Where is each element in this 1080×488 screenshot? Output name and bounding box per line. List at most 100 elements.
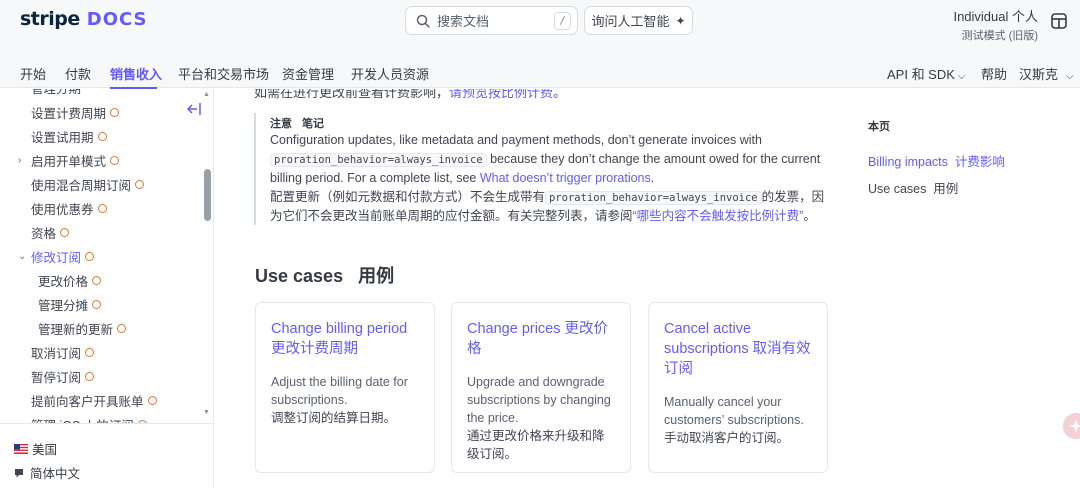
card-description-zh: 通过更改价格来升级和降级订阅。 — [467, 429, 605, 461]
use-case-card[interactable]: Cancel active subscriptions 取消有效订阅 Manua… — [648, 302, 828, 473]
prorations-link[interactable]: What doesn’t trigger prorations — [480, 171, 651, 185]
preview-ring-icon — [85, 348, 95, 357]
sidebar-item[interactable]: 提前向客户开具账单 — [31, 391, 157, 410]
preview-ring-icon — [97, 204, 107, 213]
callout-text: 配置更新（例如元数据和付款方式）不会生成带有 — [270, 189, 546, 204]
us-flag-icon — [14, 443, 28, 454]
stripe-docs-logo[interactable]: stripe DOCS — [20, 8, 148, 30]
preview-ring-icon — [92, 300, 102, 309]
nav-item-developer-resources[interactable]: 开发人员资源 — [351, 64, 429, 83]
logo-brand: stripe — [20, 8, 80, 30]
preview-ring-icon — [110, 108, 120, 117]
sidebar-item[interactable]: 使用优惠券 — [31, 199, 107, 218]
sidebar-item-label: 修改订阅 — [31, 251, 82, 265]
sidebar-item-label: 管理分期 — [31, 89, 82, 96]
code-snippet: proration_behavior=always_invoice — [545, 190, 762, 205]
language-menu[interactable]: 汉斯克 ⌵ — [1019, 64, 1074, 83]
api-sdk-label: API 和 SDK — [887, 67, 955, 82]
sidebar-item-label: 设置试用期 — [31, 131, 94, 145]
chevron-down-icon: ⌄ — [18, 251, 27, 262]
preview-ring-icon — [85, 372, 95, 381]
ask-ai-button[interactable]: 询问人工智能 ✦ — [584, 6, 693, 35]
sidebar-item-label: 暂停订阅 — [31, 371, 82, 385]
chevron-down-icon: ⌵ — [1066, 71, 1074, 82]
sidebar-item-label: 资格 — [31, 227, 57, 241]
language-label: 汉斯克 — [1019, 67, 1059, 82]
card-title[interactable]: Change prices 更改价格 — [467, 319, 615, 359]
sidebar-item-active[interactable]: ⌄ 修改订阅 — [18, 247, 95, 266]
sidebar-item[interactable]: 管理分期 — [31, 89, 81, 97]
country-selector[interactable]: 美国 — [14, 439, 57, 458]
use-case-card[interactable]: Change prices 更改价格 Upgrade and downgrade… — [451, 302, 631, 473]
language-selector[interactable]: 简体中文 — [14, 463, 80, 482]
card-title[interactable]: Cancel active subscriptions 取消有效订阅 — [664, 319, 812, 379]
sidebar-item[interactable]: › 启用开单模式 — [18, 151, 120, 170]
chevron-right-icon: › — [18, 155, 22, 166]
toc-item-use-cases[interactable]: Use cases 用例 — [868, 178, 958, 197]
sidebar-item[interactable]: 管理 iOS 上的订阅 — [31, 415, 147, 423]
search-icon — [416, 14, 430, 28]
sidebar: 管理分期 设置计费周期 设置试用期 › 启用开单模式 使用混合周期订阅 使用优惠券… — [0, 89, 214, 488]
sidebar-item-label: 提前向客户开具账单 — [31, 395, 144, 409]
prorations-link-zh[interactable]: “哪些内容不会触发按比例计费” — [633, 209, 804, 223]
main-content: 如需在进行更改前查看计费影响，请预览按比例计费。 注意 笔记 Configurat… — [214, 89, 1060, 488]
account-mode: 测试模式 (旧版) — [961, 30, 1038, 42]
note-callout: 注意 笔记 Configuration updates, like metadat… — [254, 113, 829, 225]
sidebar-footer: 美国 简体中文 — [0, 423, 213, 488]
assistant-float-icon[interactable] — [1063, 413, 1080, 439]
callout-english-text: Configuration updates, like metadata and… — [270, 131, 829, 188]
sidebar-item[interactable]: 暂停订阅 — [31, 367, 95, 386]
search-shortcut-key: / — [554, 12, 571, 30]
account-switcher[interactable]: Individual 个人 测试模式 (旧版) — [953, 6, 1038, 43]
preview-proration-link[interactable]: 请预览按比例计费 — [449, 89, 553, 100]
preview-ring-icon — [60, 228, 70, 237]
preview-ring-icon — [135, 180, 145, 189]
callout-chinese-text: 配置更新（例如元数据和付款方式）不会生成带有 proration_behavior… — [270, 188, 829, 226]
code-snippet: proration_behavior=always_invoice — [270, 152, 487, 167]
scroll-down-arrow-icon[interactable]: ▼ — [203, 409, 210, 416]
sidebar-subitem[interactable]: 管理新的更新 — [38, 319, 127, 338]
use-cases-heading: Use cases 用例 — [255, 266, 395, 286]
preview-ring-icon — [92, 276, 102, 285]
sidebar-subitem[interactable]: 管理分摊 — [38, 295, 102, 314]
card-description: Adjust the billing date for subscription… — [271, 375, 408, 407]
sidebar-item-label: 启用开单模式 — [31, 155, 107, 169]
notes-tag: 笔记 — [302, 118, 324, 130]
sidebar-item-label: 管理 iOS 上的订阅 — [31, 415, 134, 423]
account-store-icon[interactable] — [1049, 11, 1069, 31]
intro-text: 如需在进行更改前查看计费影响，请预览按比例计费。 — [254, 89, 566, 101]
sidebar-nav-list: 管理分期 设置计费周期 设置试用期 › 启用开单模式 使用混合周期订阅 使用优惠券… — [0, 89, 200, 423]
account-name: Individual 个人 — [953, 9, 1038, 24]
sidebar-item[interactable]: 使用混合周期订阅 — [31, 175, 145, 194]
nav-item-money-management[interactable]: 资金管理 — [282, 64, 334, 83]
sidebar-item[interactable]: 设置计费周期 — [31, 103, 120, 122]
sidebar-item[interactable]: 资格 — [31, 223, 70, 242]
sidebar-item-label: 设置计费周期 — [31, 107, 107, 121]
nav-item-revenue[interactable]: 销售收入 — [110, 64, 162, 83]
nav-item-platforms[interactable]: 平台和交易市场 — [178, 64, 269, 83]
top-header: stripe DOCS 搜索文档 / 询问人工智能 ✦ Individual 个… — [0, 0, 1080, 89]
callout-text: Configuration updates, like metadata and… — [270, 133, 762, 147]
card-title[interactable]: Change billing period 更改计费周期 — [271, 319, 419, 359]
help-link[interactable]: 帮助 — [981, 64, 1007, 83]
sidebar-item[interactable]: 设置试用期 — [31, 127, 107, 146]
callout-text: 。 — [803, 209, 816, 223]
scrollbar-thumb[interactable] — [204, 169, 211, 221]
chevron-down-icon: ⌵ — [957, 71, 966, 82]
toc-item-billing-impacts[interactable]: Billing impacts 计费影响 — [868, 151, 1005, 170]
nav-item-payments[interactable]: 付款 — [65, 64, 91, 83]
card-description-zh: 手动取消客户的订阅。 — [664, 431, 790, 445]
nav-item-start[interactable]: 开始 — [20, 64, 46, 83]
note-tag: 注意 — [270, 118, 292, 130]
sidebar-scrollbar[interactable]: ▲ ▼ — [202, 89, 212, 423]
use-case-card[interactable]: Change billing period 更改计费周期 Adjust the … — [255, 302, 435, 473]
scroll-up-arrow-icon[interactable]: ▲ — [203, 91, 210, 98]
sidebar-subitem[interactable]: 更改价格 — [38, 271, 102, 290]
api-sdk-menu[interactable]: API 和 SDK ⌵ — [887, 64, 966, 83]
sidebar-item-label: 管理新的更新 — [38, 323, 114, 337]
sidebar-item[interactable]: 取消订阅 — [31, 343, 95, 362]
search-placeholder: 搜索文档 — [437, 14, 490, 29]
sidebar-item-label: 使用优惠券 — [31, 203, 94, 217]
collapse-sidebar-icon[interactable] — [186, 102, 202, 116]
search-input[interactable]: 搜索文档 / — [405, 6, 578, 35]
